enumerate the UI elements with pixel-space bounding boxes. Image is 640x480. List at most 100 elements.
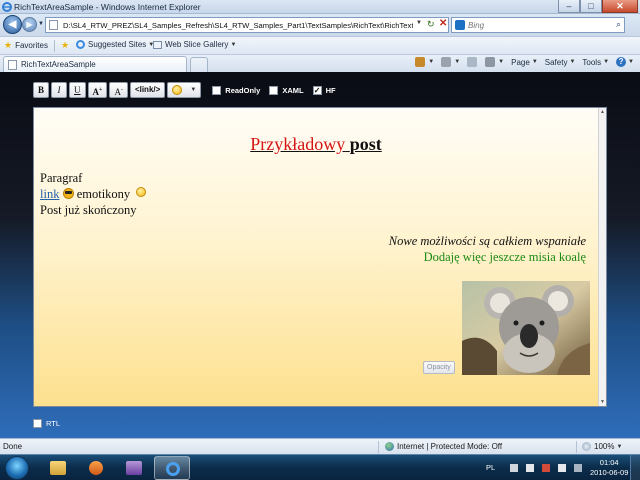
divider bbox=[54, 40, 55, 52]
decrease-font-button[interactable]: A- bbox=[109, 82, 128, 98]
clock-date: 2010-06-09 bbox=[590, 468, 629, 477]
show-desktop-button[interactable] bbox=[630, 455, 640, 480]
new-tab-button[interactable] bbox=[190, 57, 208, 72]
start-button[interactable] bbox=[5, 456, 29, 480]
security-zone[interactable]: Internet | Protected Mode: Off bbox=[385, 442, 502, 451]
underline-button[interactable]: U bbox=[69, 82, 86, 98]
back-button[interactable]: ◀ bbox=[3, 15, 22, 34]
search-icon[interactable]: ⌕ bbox=[616, 19, 621, 30]
hyperlink[interactable]: link bbox=[40, 187, 59, 201]
zoom-control[interactable]: 100% ▼ bbox=[582, 442, 622, 451]
search-input[interactable] bbox=[468, 19, 608, 31]
taskbar-media-player[interactable] bbox=[78, 456, 114, 480]
web-slice-gallery-button[interactable]: Web Slice Gallery ▼ bbox=[153, 40, 236, 49]
minimize-button[interactable]: – bbox=[558, 0, 580, 13]
clock-time: 01:04 bbox=[599, 458, 619, 467]
zoom-level: 100% bbox=[594, 442, 615, 451]
opacity-button[interactable]: Opacity bbox=[423, 361, 455, 374]
display-icon[interactable] bbox=[574, 464, 582, 472]
windows-taskbar: PL 01:04 2010-06-09 bbox=[0, 454, 640, 480]
close-button[interactable]: ✕ bbox=[602, 0, 638, 13]
page-menu[interactable]: Page ▼ bbox=[511, 58, 538, 67]
hf-box[interactable]: ✓ bbox=[312, 85, 322, 95]
page-icon bbox=[8, 60, 17, 70]
favorites-button[interactable]: ★ Favorites bbox=[4, 40, 48, 51]
url-dropdown-icon[interactable]: ▼ bbox=[416, 20, 422, 26]
web-slice-icon bbox=[153, 40, 162, 49]
italic-button[interactable]: I bbox=[51, 82, 68, 98]
status-text: Done bbox=[3, 442, 23, 451]
editor-content[interactable]: Przykładowy post Paragraf link emotikony… bbox=[40, 108, 592, 406]
scroll-up-icon[interactable]: ▲ bbox=[600, 109, 605, 115]
network-icon[interactable] bbox=[542, 464, 550, 472]
hf-label: HF bbox=[325, 85, 336, 95]
history-dropdown-icon[interactable]: ▼ bbox=[38, 21, 44, 27]
increase-font-button[interactable]: A+ bbox=[87, 82, 108, 98]
flag-icon[interactable] bbox=[526, 464, 534, 472]
volume-icon[interactable] bbox=[558, 464, 566, 472]
xaml-box[interactable] bbox=[269, 85, 279, 95]
chevron-down-icon: ▼ bbox=[628, 59, 634, 65]
italic-line: Nowe możliwości są całkiem wspaniałe bbox=[388, 234, 586, 248]
visual-studio-icon bbox=[126, 461, 142, 475]
add-favorite-button[interactable]: ★ bbox=[61, 40, 72, 51]
tab-richtextareasample[interactable]: RichTextAreaSample bbox=[3, 56, 187, 73]
page-icon bbox=[49, 20, 58, 30]
maximize-button[interactable]: □ bbox=[580, 0, 602, 13]
editor-scrollbar[interactable]: ▲ ▼ bbox=[598, 108, 606, 406]
xaml-label: XAML bbox=[282, 85, 304, 95]
taskbar-visual-studio[interactable] bbox=[116, 456, 152, 480]
tools-menu-label: Tools bbox=[582, 57, 602, 67]
chevron-down-icon: ▼ bbox=[569, 59, 576, 65]
readonly-label: ReadOnly bbox=[225, 85, 261, 95]
chevron-down-icon: ▼ bbox=[498, 59, 505, 65]
refresh-icon[interactable]: ↻ bbox=[427, 19, 435, 30]
favorites-label: Favorites bbox=[15, 41, 48, 50]
stop-icon[interactable]: ✕ bbox=[439, 18, 447, 29]
silverlight-app: B I U A+ A- <link/> ▼ ReadOnly XAML ✓ HF… bbox=[0, 72, 640, 438]
system-tray: PL 01:04 2010-06-09 bbox=[480, 455, 640, 480]
chevron-down-icon: ▼ bbox=[230, 41, 237, 48]
tools-menu[interactable]: Tools ▼ bbox=[582, 58, 609, 67]
rich-text-area[interactable]: Przykładowy post Paragraf link emotikony… bbox=[33, 107, 607, 407]
url-text[interactable]: D:\SL4_RTW_PREZ\SL4_Samples_Refresh\SL4_… bbox=[63, 21, 413, 30]
home-button[interactable]: ▼ bbox=[415, 57, 434, 67]
star-icon: ★ bbox=[4, 40, 13, 50]
insert-link-button[interactable]: <link/> bbox=[129, 82, 166, 98]
scroll-down-icon[interactable]: ▼ bbox=[600, 399, 605, 405]
link-line: link emotikony bbox=[40, 187, 147, 202]
tray-arrow-icon[interactable] bbox=[510, 464, 518, 472]
search-box[interactable]: ⌕ bbox=[451, 17, 625, 33]
safety-menu-label: Safety bbox=[544, 57, 568, 67]
window-controls: – □ ✕ bbox=[558, 0, 638, 13]
emoticon-dropdown[interactable]: ▼ bbox=[167, 82, 202, 98]
koala-image bbox=[462, 281, 590, 375]
increase-font-sup: + bbox=[99, 87, 103, 93]
language-indicator[interactable]: PL bbox=[486, 463, 495, 472]
taskbar-internet-explorer[interactable] bbox=[154, 456, 190, 480]
help-menu[interactable]: ? ▼ bbox=[616, 57, 634, 67]
read-mail-button[interactable] bbox=[467, 57, 478, 67]
safety-menu[interactable]: Safety ▼ bbox=[545, 58, 576, 67]
url-field[interactable]: D:\SL4_RTW_PREZ\SL4_Samples_Refresh\SL4_… bbox=[45, 17, 449, 33]
clock[interactable]: 01:04 2010-06-09 bbox=[590, 458, 628, 478]
globe-icon bbox=[385, 442, 394, 451]
rtl-checkbox[interactable]: RTL bbox=[33, 419, 60, 428]
rtl-box[interactable] bbox=[33, 419, 42, 428]
sunglasses-emoji-icon bbox=[62, 188, 74, 199]
taskbar-explorer[interactable] bbox=[40, 456, 76, 480]
xaml-checkbox[interactable]: XAML bbox=[269, 85, 304, 95]
forward-button[interactable]: ▶ bbox=[22, 17, 37, 32]
smiley-emoji-icon bbox=[136, 187, 147, 197]
readonly-checkbox[interactable]: ReadOnly bbox=[212, 85, 261, 95]
hf-checkbox[interactable]: ✓ HF bbox=[312, 85, 336, 95]
bold-button[interactable]: B bbox=[33, 82, 50, 98]
rtl-label: RTL bbox=[46, 419, 61, 428]
feeds-button[interactable]: ▼ bbox=[441, 57, 460, 67]
readonly-box[interactable] bbox=[212, 85, 222, 95]
print-icon bbox=[485, 57, 496, 67]
suggested-sites-button[interactable]: Suggested Sites ▼ bbox=[76, 40, 154, 49]
print-button[interactable]: ▼ bbox=[485, 57, 504, 67]
chevron-down-icon: ▼ bbox=[603, 59, 610, 65]
ie-icon bbox=[166, 462, 180, 476]
